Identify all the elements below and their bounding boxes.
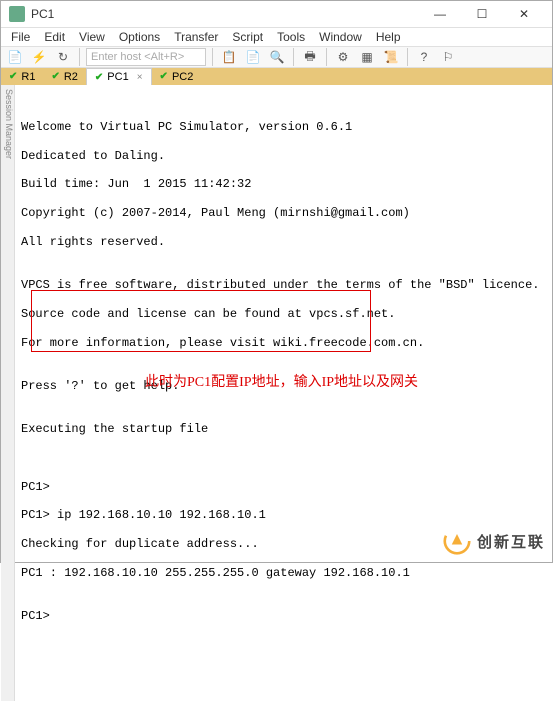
watermark-text: 创新互联 <box>477 531 545 552</box>
menu-transfer[interactable]: Transfer <box>168 28 224 46</box>
connect-icon[interactable]: ⚡ <box>29 47 49 67</box>
find-icon[interactable]: 🔍 <box>267 47 287 67</box>
tab-bar: ✔ R1 ✔ R2 ✔ PC1 × ✔ PC2 <box>1 68 552 85</box>
toolbar: 📄 ⚡ ↻ Enter host <Alt+R> 📋 📄 🔍 🖶 ⚙ ▦ 📜 ?… <box>1 47 552 68</box>
host-input[interactable]: Enter host <Alt+R> <box>86 48 206 66</box>
options-icon[interactable]: ⚐ <box>438 47 458 67</box>
tab-label: R2 <box>64 71 78 83</box>
menu-view[interactable]: View <box>73 28 111 46</box>
highlight-box <box>31 290 371 352</box>
check-icon: ✔ <box>95 72 103 83</box>
menu-window[interactable]: Window <box>313 28 368 46</box>
tab-pc2[interactable]: ✔ PC2 <box>152 69 202 85</box>
menu-edit[interactable]: Edit <box>38 28 71 46</box>
copy-icon[interactable]: 📋 <box>219 47 239 67</box>
terminal[interactable]: Welcome to Virtual PC Simulator, version… <box>15 85 552 701</box>
tab-pc1[interactable]: ✔ PC1 × <box>86 68 152 85</box>
close-button[interactable]: ✕ <box>504 1 544 27</box>
reconnect-icon[interactable]: ↻ <box>53 47 73 67</box>
body-area: Session Manager Welcome to Virtual PC Si… <box>1 85 552 701</box>
menu-bar: File Edit View Options Transfer Script T… <box>1 28 552 47</box>
check-icon: ✔ <box>160 71 168 82</box>
terminal-line: Build time: Jun 1 2015 11:42:32 <box>21 177 546 191</box>
watermark: 创新互联 <box>443 527 545 555</box>
terminal-line: Copyright (c) 2007-2014, Paul Meng (mirn… <box>21 206 546 220</box>
watermark-logo-icon <box>443 527 471 555</box>
sidebar-label: Session Manager <box>4 89 14 159</box>
tab-label: PC2 <box>172 71 193 83</box>
tile-icon[interactable]: ▦ <box>357 47 377 67</box>
terminal-line: PC1> <box>21 480 546 494</box>
session-manager-sidebar[interactable]: Session Manager <box>1 85 15 701</box>
menu-script[interactable]: Script <box>226 28 269 46</box>
check-icon: ✔ <box>9 71 17 82</box>
print-icon[interactable]: 🖶 <box>300 47 320 67</box>
terminal-line: All rights reserved. <box>21 235 546 249</box>
menu-file[interactable]: File <box>5 28 36 46</box>
tab-r2[interactable]: ✔ R2 <box>43 69 85 85</box>
terminal-line: Welcome to Virtual PC Simulator, version… <box>21 120 546 134</box>
close-tab-icon[interactable]: × <box>137 72 143 83</box>
menu-options[interactable]: Options <box>113 28 166 46</box>
app-icon <box>9 6 25 22</box>
tab-label: PC1 <box>107 71 128 83</box>
terminal-line: PC1> <box>21 609 546 623</box>
check-icon: ✔ <box>51 71 59 82</box>
tab-label: R1 <box>21 71 35 83</box>
help-icon[interactable]: ? <box>414 47 434 67</box>
maximize-button[interactable]: ☐ <box>462 1 502 27</box>
paste-icon[interactable]: 📄 <box>243 47 263 67</box>
annotation-text: 此时为PC1配置IP地址，输入IP地址以及网关 <box>145 375 418 392</box>
new-session-icon[interactable]: 📄 <box>5 47 25 67</box>
window-controls: — ☐ ✕ <box>420 1 544 27</box>
script-icon[interactable]: 📜 <box>381 47 401 67</box>
terminal-line: PC1> ip 192.168.10.10 192.168.10.1 <box>21 508 546 522</box>
window-title: PC1 <box>31 7 420 21</box>
app-window: PC1 — ☐ ✕ File Edit View Options Transfe… <box>0 0 553 563</box>
minimize-button[interactable]: — <box>420 1 460 27</box>
terminal-line: PC1 : 192.168.10.10 255.255.255.0 gatewa… <box>21 566 546 580</box>
menu-tools[interactable]: Tools <box>271 28 311 46</box>
terminal-line: Executing the startup file <box>21 422 546 436</box>
terminal-line: Dedicated to Daling. <box>21 149 546 163</box>
settings-icon[interactable]: ⚙ <box>333 47 353 67</box>
titlebar: PC1 — ☐ ✕ <box>1 1 552 28</box>
tab-r1[interactable]: ✔ R1 <box>1 69 43 85</box>
menu-help[interactable]: Help <box>370 28 407 46</box>
